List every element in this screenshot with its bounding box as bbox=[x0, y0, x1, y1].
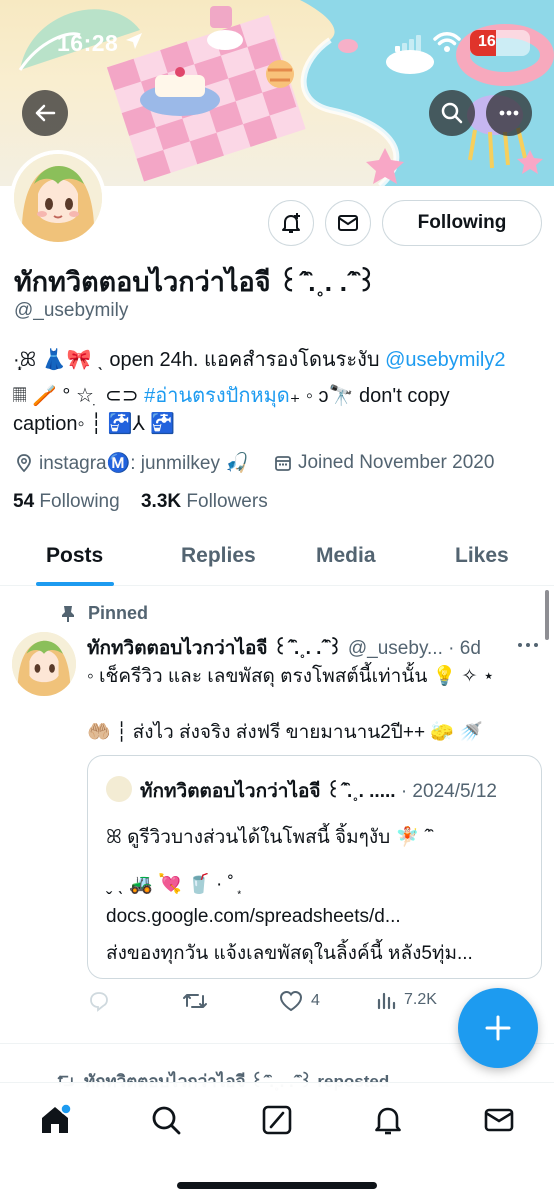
message-button[interactable] bbox=[325, 200, 371, 246]
back-button[interactable] bbox=[22, 90, 68, 136]
view-count: 7.2K bbox=[404, 991, 437, 1008]
battery-indicator: 16 bbox=[470, 30, 530, 56]
active-tab-indicator bbox=[36, 582, 114, 586]
tab-posts[interactable]: Posts bbox=[46, 544, 103, 568]
avatar-image bbox=[14, 154, 102, 242]
tweet-handle-time: @_useby... · 6d bbox=[342, 638, 481, 659]
envelope-icon bbox=[338, 215, 358, 231]
pinned-indicator: Pinned bbox=[60, 603, 148, 624]
following-button[interactable]: Following bbox=[382, 200, 542, 246]
profile-meta: instagraⓂ️: junmilkey 🎣 Joined November … bbox=[14, 450, 494, 476]
bio-line-1: ·̩͙ꕤ 👗🎀 ˎ open 24h. แอคสำรองโดนระงับ @us… bbox=[13, 349, 506, 371]
cellular-signal-icon bbox=[395, 35, 421, 52]
tweet-header[interactable]: ทักทวิตตอบไวกว่าไอจี ꒰ˆ̑.˳. .ˆ̑꒱ @_useby… bbox=[87, 633, 507, 663]
following-stat[interactable]: 54 Following bbox=[13, 491, 120, 512]
profile-tabs: Posts Replies Media Likes bbox=[0, 526, 554, 586]
status-bar: 16:28 16 bbox=[0, 24, 554, 58]
profile-avatar[interactable] bbox=[10, 150, 106, 246]
bio-line-2: 𝄜 🪥 ° ☆ ִ ⊂⊃ #อ่านตรงปักหมุด₊ ◦ ↄ🔭 don't… bbox=[13, 385, 450, 407]
tweet-author-name: ทักทวิตตอบไวกว่าไอจี ꒰ˆ̑.˳. .ˆ̑꒱ bbox=[87, 638, 343, 659]
bio-hashtag-link[interactable]: #อ่านตรงปักหมุด bbox=[144, 385, 290, 407]
quoted-text-line-4: ส่งของทุกวัน แจ้งเลขพัสดุในลิ้งค์นี้ หลั… bbox=[106, 943, 473, 964]
compose-button[interactable] bbox=[458, 988, 538, 1068]
tweet-text-line-1: ◦ เช็ครีวิว และ เลขพัสดุ ตรงโพสต์นี้เท่า… bbox=[87, 666, 495, 687]
home-indicator[interactable] bbox=[177, 1182, 377, 1189]
user-handle: @_usebymily bbox=[14, 300, 129, 321]
messages-envelope-icon[interactable] bbox=[482, 1103, 516, 1137]
quoted-author-avatar bbox=[106, 776, 132, 802]
tweet-text-line-2: 🤲🏼 ┆ ส่งไว ส่งจริง ส่งฟรี ขายมานาน2ปี++ … bbox=[87, 722, 483, 743]
more-dots-icon bbox=[499, 110, 519, 116]
location-arrow-icon bbox=[126, 33, 142, 49]
reply-button[interactable] bbox=[88, 990, 110, 1012]
explore-search-icon[interactable] bbox=[149, 1103, 183, 1137]
follow-stats: 54 Following 3.3K Followers bbox=[13, 491, 268, 513]
arrow-left-icon bbox=[35, 104, 56, 122]
quoted-tweet-header: ทักทวิตตอบไวกว่าไอจี ꒰ˆ̑.˳. ..... · 2024… bbox=[140, 781, 497, 802]
quoted-text-line-3: docs.google.com/spreadsheets/d... bbox=[106, 906, 401, 927]
tab-likes[interactable]: Likes bbox=[455, 544, 509, 568]
profile-joined-date: Joined November 2020 bbox=[297, 452, 495, 473]
bell-plus-icon bbox=[282, 213, 300, 233]
heart-icon bbox=[279, 990, 303, 1012]
quoted-tweet[interactable]: ทักทวิตตอบไวกว่าไอจี ꒰ˆ̑.˳. ..... · 2024… bbox=[87, 755, 542, 979]
grok-icon[interactable] bbox=[260, 1103, 294, 1137]
bio-mention-link[interactable]: @usebymily2 bbox=[385, 349, 505, 371]
quoted-text-line-1: ꕤ ดูรีวิวบางส่วนได้ในโพสนี้ จิ้มๆงับ 🧚🏻 … bbox=[106, 827, 431, 848]
location-pin-icon bbox=[17, 454, 31, 473]
reply-bubble-icon bbox=[90, 992, 108, 1012]
like-count: 4 bbox=[311, 992, 320, 1009]
retweet-button[interactable] bbox=[182, 990, 208, 1012]
scrollbar[interactable] bbox=[545, 590, 549, 640]
more-options-button[interactable] bbox=[486, 90, 532, 136]
plus-icon bbox=[485, 1015, 511, 1041]
like-button[interactable]: 4 bbox=[279, 990, 320, 1012]
analytics-bars-icon bbox=[377, 992, 396, 1010]
bio-line-3: caption◦ ┆ 🚰⅄ 🚰 bbox=[13, 413, 176, 435]
quoted-text-line-2: ˬ ˎ 🚜 💘 🥤 · ˚ ͙ bbox=[106, 874, 240, 895]
followers-stat[interactable]: 3.3K Followers bbox=[141, 491, 268, 512]
avatar-image bbox=[12, 632, 76, 696]
tab-replies[interactable]: Replies bbox=[181, 544, 256, 568]
tab-media[interactable]: Media bbox=[316, 544, 376, 568]
search-icon bbox=[441, 102, 463, 124]
calendar-icon bbox=[275, 456, 291, 471]
retweet-icon bbox=[183, 994, 207, 1008]
pin-icon bbox=[62, 605, 74, 622]
notify-button[interactable] bbox=[268, 200, 314, 246]
views-button[interactable]: 7.2K bbox=[376, 990, 437, 1010]
wifi-icon bbox=[433, 32, 461, 52]
profile-location: instagraⓂ️: junmilkey 🎣 bbox=[39, 453, 249, 474]
display-name: ทักทวิตตอบไวกว่าไอจี ꒰ˆ̑.˳. .ˆ̑꒱ bbox=[14, 267, 378, 297]
tweet-more-icon[interactable] bbox=[516, 640, 540, 650]
home-icon[interactable] bbox=[38, 1103, 72, 1137]
search-button[interactable] bbox=[429, 90, 475, 136]
status-time: 16:28 bbox=[57, 30, 119, 56]
battery-level: 16 bbox=[478, 33, 496, 50]
notifications-bell-icon[interactable] bbox=[371, 1103, 405, 1137]
tweet-author-avatar[interactable] bbox=[12, 632, 76, 696]
